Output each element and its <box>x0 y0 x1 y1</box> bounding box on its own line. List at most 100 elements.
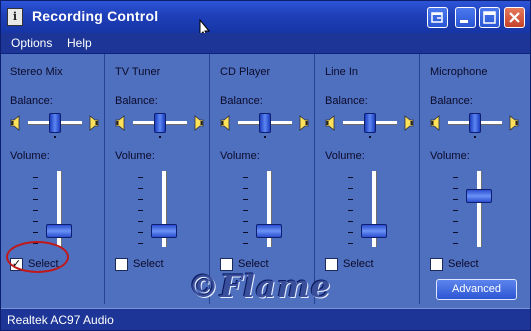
channel-cd-player: CD Player Balance: Volume: Select <box>211 54 315 304</box>
status-text: Realtek AC97 Audio <box>7 313 114 327</box>
window-title: Recording Control <box>32 8 159 24</box>
volume-slider[interactable] <box>451 171 511 247</box>
balance-thumb[interactable] <box>49 113 61 133</box>
balance-thumb[interactable] <box>469 113 481 133</box>
channel-name: TV Tuner <box>115 66 161 78</box>
volume-tick <box>243 232 248 233</box>
balance-center-tick <box>369 136 371 138</box>
balance-slider[interactable] <box>322 112 414 138</box>
advanced-button[interactable]: Advanced <box>436 279 517 300</box>
volume-thumb[interactable] <box>46 224 72 238</box>
status-bar: Realtek AC97 Audio <box>1 308 530 330</box>
volume-tick <box>243 210 248 211</box>
left-speaker-icon <box>325 115 337 131</box>
volume-tick <box>453 210 458 211</box>
volume-tick <box>33 232 38 233</box>
volume-tick <box>138 210 143 211</box>
volume-tick <box>33 221 38 222</box>
volume-tick <box>33 210 38 211</box>
volume-slider[interactable] <box>136 171 196 247</box>
volume-tick <box>453 199 458 200</box>
volume-tick <box>348 232 353 233</box>
volume-tick <box>348 199 353 200</box>
volume-tick <box>453 232 458 233</box>
channel-name: Stereo Mix <box>10 66 63 78</box>
volume-tick <box>243 243 248 244</box>
volume-tick <box>33 177 38 178</box>
volume-thumb[interactable] <box>151 224 177 238</box>
select-checkbox[interactable] <box>430 258 443 271</box>
volume-tick <box>243 199 248 200</box>
balance-slider[interactable] <box>217 112 309 138</box>
balance-slider[interactable] <box>7 112 99 138</box>
volume-slider[interactable] <box>241 171 301 247</box>
volume-tick <box>138 177 143 178</box>
right-speaker-icon <box>402 115 414 131</box>
menu-help[interactable]: Help <box>67 36 92 50</box>
volume-slider[interactable] <box>346 171 406 247</box>
channel-name: Microphone <box>430 66 488 78</box>
balance-thumb[interactable] <box>154 113 166 133</box>
balance-center-tick <box>54 136 56 138</box>
volume-tick <box>348 210 353 211</box>
balance-label: Balance: <box>430 95 473 107</box>
channel-name: Line In <box>325 66 359 78</box>
volume-slider[interactable] <box>31 171 91 247</box>
balance-center-tick <box>159 136 161 138</box>
select-checkbox[interactable] <box>115 258 128 271</box>
app-icon[interactable]: i <box>7 8 23 26</box>
volume-tick <box>138 232 143 233</box>
balance-label: Balance: <box>220 95 263 107</box>
volume-tick <box>138 199 143 200</box>
volume-tick <box>453 243 458 244</box>
maximize-icon <box>483 11 496 24</box>
left-speaker-icon <box>220 115 232 131</box>
channel-name: CD Player <box>220 66 271 78</box>
balance-label: Balance: <box>115 95 158 107</box>
channel-microphone: Microphone Balance: Volume: Select <box>421 54 525 304</box>
volume-tick <box>243 177 248 178</box>
volume-thumb[interactable] <box>466 189 492 203</box>
channel-line-in: Line In Balance: Volume: Select <box>316 54 420 304</box>
balance-label: Balance: <box>10 95 53 107</box>
volume-thumb[interactable] <box>256 224 282 238</box>
menu-bar: Options Help <box>1 33 530 54</box>
volume-thumb[interactable] <box>361 224 387 238</box>
balance-slider[interactable] <box>427 112 519 138</box>
right-speaker-icon <box>192 115 204 131</box>
balance-center-tick <box>264 136 266 138</box>
volume-tick <box>453 177 458 178</box>
right-speaker-icon <box>297 115 309 131</box>
balance-thumb[interactable] <box>259 113 271 133</box>
volume-tick <box>243 221 248 222</box>
balance-label: Balance: <box>325 95 368 107</box>
volume-label: Volume: <box>325 150 365 162</box>
menu-options[interactable]: Options <box>11 36 52 50</box>
select-label: Select <box>133 258 164 270</box>
select-label: Select <box>343 258 374 270</box>
minimize-button[interactable] <box>455 7 476 28</box>
volume-tick <box>348 221 353 222</box>
close-icon <box>509 12 520 23</box>
left-speaker-icon <box>115 115 127 131</box>
select-label: Select <box>448 258 479 270</box>
title-bar[interactable]: i Recording Control <box>1 1 530 39</box>
volume-track[interactable] <box>477 171 481 247</box>
close-button[interactable] <box>504 7 525 28</box>
maximize-button[interactable] <box>479 7 500 28</box>
volume-tick <box>138 221 143 222</box>
restore-to-tray-button[interactable] <box>427 7 448 28</box>
volume-tick <box>33 199 38 200</box>
volume-tick <box>138 188 143 189</box>
volume-tick <box>33 188 38 189</box>
volume-label: Volume: <box>220 150 260 162</box>
balance-slider[interactable] <box>112 112 204 138</box>
left-speaker-icon <box>10 115 22 131</box>
volume-tick <box>243 188 248 189</box>
watermark: ©Flame <box>188 269 332 305</box>
balance-center-tick <box>474 136 476 138</box>
balance-thumb[interactable] <box>364 113 376 133</box>
restore-icon <box>431 12 443 23</box>
volume-label: Volume: <box>430 150 470 162</box>
volume-label: Volume: <box>10 150 50 162</box>
